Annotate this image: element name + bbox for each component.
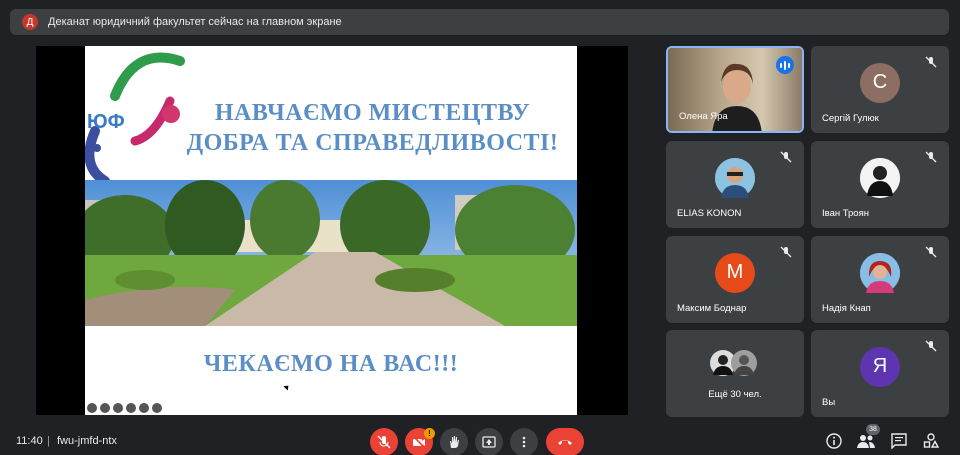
captions-icon[interactable] bbox=[113, 403, 123, 413]
mic-off-icon bbox=[780, 151, 792, 163]
chat-icon bbox=[891, 433, 907, 449]
meet-window: Д Деканат юридичний факультет сейчас на … bbox=[0, 0, 960, 455]
presentation-slide: ЮФ НАВЧАЄМО МИСТЕЦТВУ ДОБРА ТА СПРАВЕДЛИ… bbox=[85, 46, 577, 415]
more-participants-label: Ещё 30 чел. bbox=[708, 389, 762, 400]
layout-icon[interactable] bbox=[126, 403, 136, 413]
raise-hand-button[interactable] bbox=[440, 428, 468, 455]
shared-screen: ЮФ НАВЧАЄМО МИСТЕЦТВУ ДОБРА ТА СПРАВЕДЛИ… bbox=[36, 46, 628, 415]
participant-avatar: С bbox=[860, 62, 900, 103]
activities-icon bbox=[923, 433, 939, 448]
participants-count-badge: 38 bbox=[866, 424, 880, 435]
participant-name: Олена Яра bbox=[679, 111, 728, 122]
participant-stack-icon bbox=[710, 350, 757, 376]
mic-off-icon bbox=[925, 151, 937, 163]
more-vert-icon bbox=[522, 436, 526, 448]
participant-tile[interactable]: С Сергій Гулюк bbox=[811, 46, 949, 133]
presentation-banner: Д Деканат юридичний факультет сейчас на … bbox=[10, 9, 949, 35]
mic-off-icon bbox=[925, 340, 937, 352]
presentation-banner-text: Деканат юридичний факультет сейчас на гл… bbox=[48, 16, 342, 28]
participant-avatar: М bbox=[715, 252, 755, 293]
next-slide-icon[interactable] bbox=[152, 403, 162, 413]
participant-tile[interactable]: М Максим Боднар bbox=[666, 236, 804, 323]
leave-call-button[interactable] bbox=[546, 428, 584, 455]
camera-off-icon bbox=[412, 435, 426, 449]
activities-button[interactable] bbox=[921, 431, 941, 451]
participant-tile[interactable]: Надія Кнап bbox=[811, 236, 949, 323]
speaking-indicator-icon bbox=[776, 56, 794, 74]
slide-title: НАВЧАЄМО МИСТЕЦТВУ ДОБРА ТА СПРАВЕДЛИВОС… bbox=[180, 98, 565, 158]
participant-name: Вы bbox=[822, 397, 836, 408]
participant-name: ELIAS KONON bbox=[677, 208, 742, 219]
participant-tile[interactable]: Олена Яра bbox=[666, 46, 804, 133]
mic-off-icon bbox=[780, 246, 792, 258]
mouse-cursor-icon bbox=[283, 383, 291, 391]
faculty-logo: ЮФ bbox=[85, 52, 185, 186]
campus-panorama-image bbox=[85, 180, 577, 326]
hand-icon bbox=[450, 436, 459, 448]
clock: 11:40 bbox=[16, 435, 43, 447]
present-now-button[interactable] bbox=[475, 428, 503, 455]
participant-avatar bbox=[860, 252, 900, 293]
slide-subtitle: ЧЕКАЄМО НА ВАС!!! bbox=[203, 351, 459, 377]
participant-name: Сергій Гулюк bbox=[822, 113, 879, 124]
presenter-avatar: Д bbox=[22, 14, 38, 30]
participant-avatar bbox=[860, 157, 900, 198]
slide-title-line2: ДОБРА ТА СПРАВЕДЛИВОСТІ! bbox=[186, 130, 559, 156]
bottom-toolbar: 11:40 | fwu-jmfd-ntx bbox=[0, 425, 960, 455]
participant-name: Максим Боднар bbox=[677, 303, 747, 314]
meeting-details-button[interactable] bbox=[824, 431, 844, 451]
camera-warning-badge: ! bbox=[424, 428, 435, 439]
more-options-button[interactable] bbox=[510, 428, 538, 455]
participant-name: Іван Троян bbox=[822, 208, 869, 219]
meeting-code: fwu-jmfd-ntx bbox=[57, 435, 117, 447]
slide-controls bbox=[87, 403, 162, 413]
participant-tile[interactable]: ELIAS KONON bbox=[666, 141, 804, 228]
more-icon[interactable] bbox=[139, 403, 149, 413]
participant-name: Надія Кнап bbox=[822, 303, 871, 314]
mic-off-icon bbox=[925, 246, 937, 258]
prev-slide-icon[interactable] bbox=[87, 403, 97, 413]
more-participants-tile[interactable]: Ещё 30 чел. bbox=[666, 330, 804, 417]
self-avatar: Я bbox=[860, 346, 900, 387]
present-icon bbox=[482, 436, 496, 448]
pen-icon[interactable] bbox=[100, 403, 110, 413]
self-tile[interactable]: Я Вы bbox=[811, 330, 949, 417]
slide-title-line1: НАВЧАЄМО МИСТЕЦТВУ bbox=[214, 100, 531, 126]
people-icon bbox=[857, 435, 875, 448]
participant-avatar bbox=[715, 157, 755, 198]
mic-toggle-button[interactable] bbox=[370, 428, 398, 455]
info-icon bbox=[826, 433, 842, 449]
mic-off-icon bbox=[377, 435, 391, 449]
participant-tile[interactable]: Іван Троян bbox=[811, 141, 949, 228]
separator: | bbox=[47, 435, 50, 447]
chat-button[interactable] bbox=[889, 431, 909, 451]
hang-up-icon bbox=[558, 440, 572, 445]
mic-off-icon bbox=[925, 56, 937, 68]
logo-text: ЮФ bbox=[87, 111, 125, 133]
